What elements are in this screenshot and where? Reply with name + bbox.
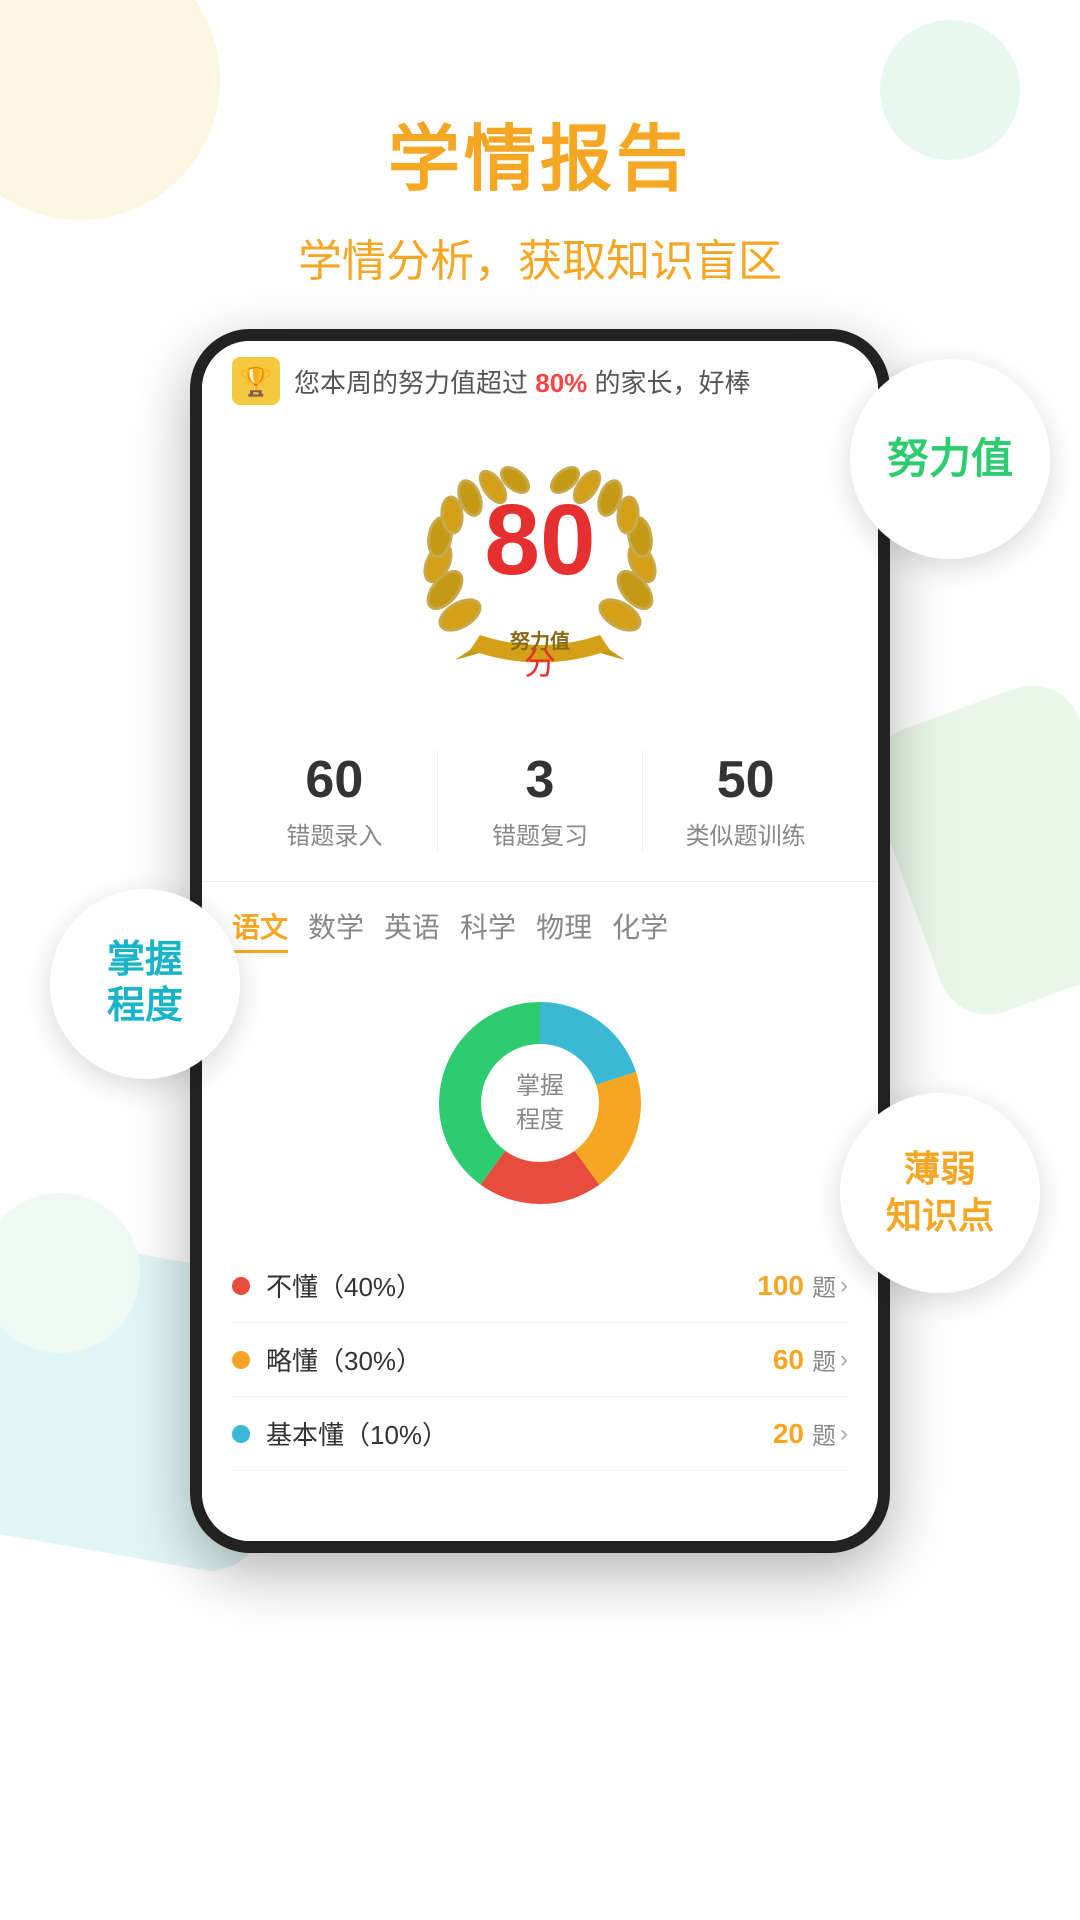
legend-unit-2: 题	[812, 1416, 836, 1451]
phone-wrapper: 努力值 掌握程度 薄弱知识点 🏆 您本周的努力值超过 80% 的家长，好棒	[110, 329, 970, 1553]
legend-count-2: 20	[773, 1418, 804, 1450]
page-subtitle: 学情分析，获取知识盲区	[0, 225, 1080, 289]
legend-item-2[interactable]: 基本懂（10%） 20 题 ›	[232, 1397, 848, 1471]
legend-unit-1: 题	[812, 1342, 836, 1377]
badge-ruodian-label: 薄弱知识点	[886, 1146, 994, 1240]
notif-percent: 80%	[535, 368, 587, 398]
donut-center-label: 掌握程度	[516, 1069, 564, 1136]
legend-count-1: 60	[773, 1344, 804, 1376]
badge-zhangwo: 掌握程度	[50, 889, 240, 1079]
tab-yuwen[interactable]: 语文	[232, 902, 288, 953]
stat-label-1: 错题复习	[438, 816, 643, 851]
score-unit: 分	[524, 645, 556, 681]
phone-mockup: 🏆 您本周的努力值超过 80% 的家长，好棒	[190, 329, 890, 1553]
tab-yingyu[interactable]: 英语	[384, 902, 440, 953]
stat-item-2: 50 类似题训练	[643, 750, 848, 851]
legend-arrow-2: ›	[840, 1420, 848, 1448]
badge-nuli-label: 努力值	[887, 434, 1013, 484]
legend-text-1: 略懂（30%）	[266, 1341, 773, 1378]
stat-label-0: 错题录入	[232, 816, 437, 851]
stats-row: 60 错题录入 3 错题复习 50 类似题训练	[202, 730, 878, 882]
phone-inner: 🏆 您本周的努力值超过 80% 的家长，好棒	[202, 341, 878, 1541]
trophy-icon: 🏆	[232, 357, 280, 405]
notif-after: 的家长，好棒	[587, 368, 750, 398]
legend-unit-0: 题	[812, 1268, 836, 1303]
page-root: 学情报告 学情分析，获取知识盲区 努力值 掌握程度 薄弱知识点 🏆 您本周的努力…	[0, 0, 1080, 1553]
legend-count-0: 100	[757, 1270, 804, 1302]
legend-list: 不懂（40%） 100 题 › 略懂（30%） 60 题 › 基本懂	[202, 1233, 878, 1487]
tab-wuli[interactable]: 物理	[536, 902, 592, 953]
stat-number-0: 60	[232, 750, 437, 810]
stat-item-1: 3 错题复习	[438, 750, 644, 851]
legend-item-1[interactable]: 略懂（30%） 60 题 ›	[232, 1323, 848, 1397]
legend-dot-2	[232, 1425, 250, 1443]
bg-decoration-topright	[880, 20, 1020, 160]
legend-dot-0	[232, 1277, 250, 1295]
laurel-container: 努力值 80分	[400, 435, 680, 695]
notification-text: 您本周的努力值超过 80% 的家长，好棒	[294, 363, 848, 400]
legend-arrow-1: ›	[840, 1346, 848, 1374]
badge-nuli: 努力值	[850, 359, 1050, 559]
tab-huaxue[interactable]: 化学	[612, 902, 668, 953]
tab-kexue[interactable]: 科学	[460, 902, 516, 953]
legend-text-0: 不懂（40%）	[266, 1267, 757, 1304]
tab-shuxue[interactable]: 数学	[308, 902, 364, 953]
score-number: 80分	[470, 490, 610, 690]
legend-text-2: 基本懂（10%）	[266, 1415, 773, 1452]
legend-dot-1	[232, 1351, 250, 1369]
donut-chart: 掌握程度	[420, 983, 660, 1223]
badge-ruodian: 薄弱知识点	[840, 1093, 1040, 1293]
stat-item-0: 60 错题录入	[232, 750, 438, 851]
subject-tabs: 语文 数学 英语 科学 物理 化学	[202, 882, 878, 963]
legend-item-0[interactable]: 不懂（40%） 100 题 ›	[232, 1249, 848, 1323]
badge-zhangwo-label: 掌握程度	[107, 938, 183, 1029]
legend-arrow-0: ›	[840, 1272, 848, 1300]
chart-section: 掌握程度	[202, 963, 878, 1233]
stat-number-2: 50	[643, 750, 848, 810]
score-section: 努力值 80分	[202, 415, 878, 730]
notification-bar: 🏆 您本周的努力值超过 80% 的家长，好棒	[202, 341, 878, 415]
notif-before: 您本周的努力值超过	[294, 368, 535, 398]
stat-number-1: 3	[438, 750, 643, 810]
stat-label-2: 类似题训练	[643, 816, 848, 851]
